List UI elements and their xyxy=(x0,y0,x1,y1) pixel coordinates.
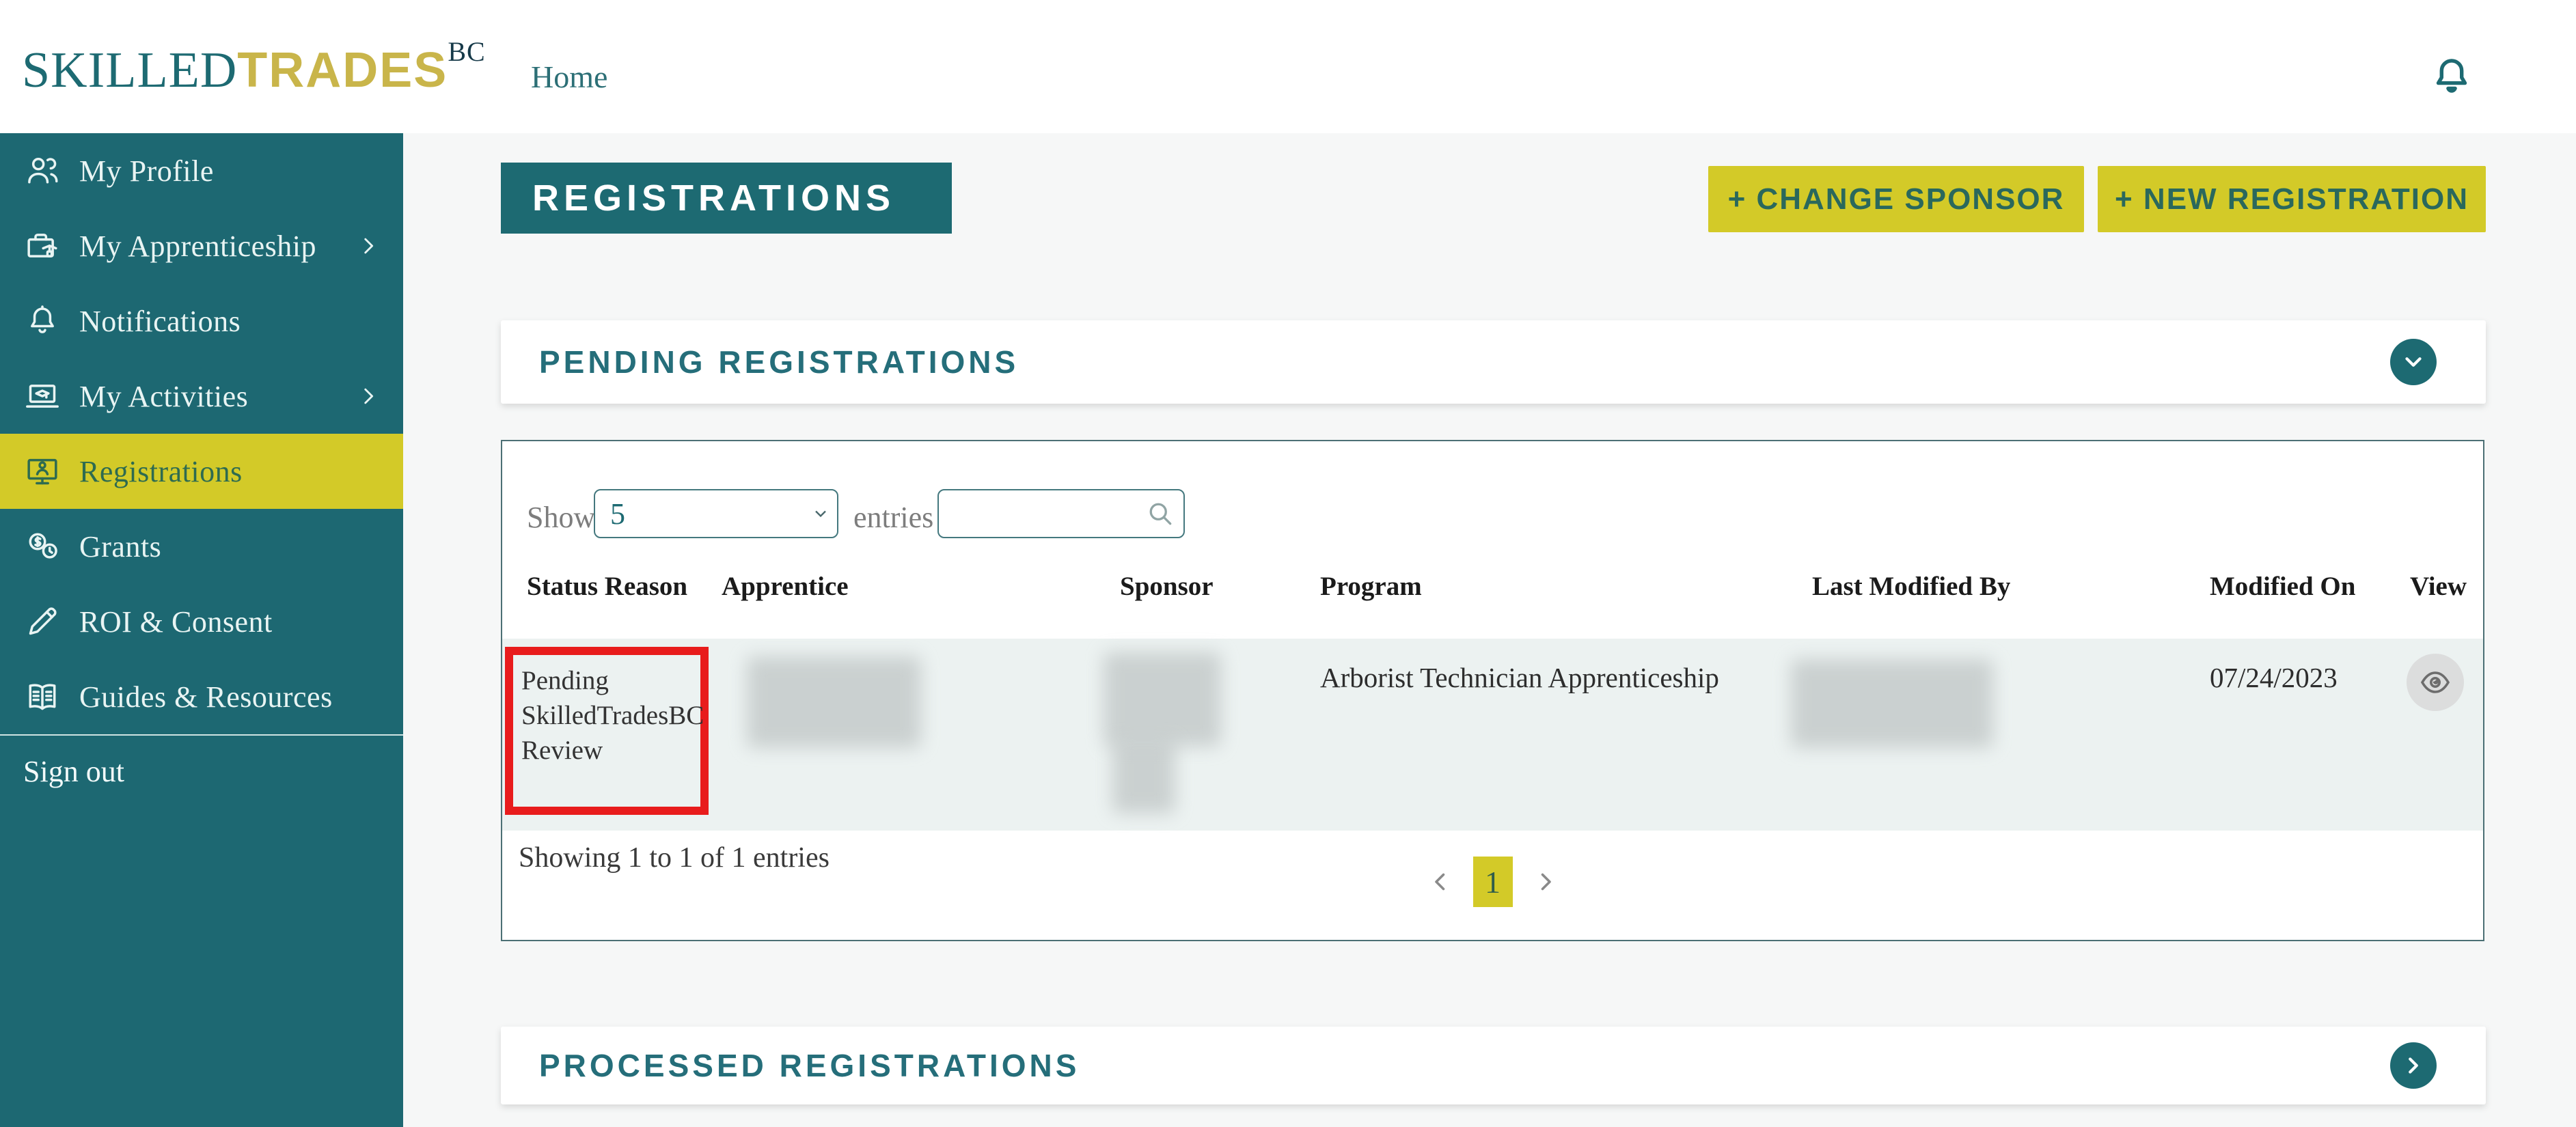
table-search xyxy=(937,489,1185,538)
sidebar-item-label: Grants xyxy=(79,529,161,564)
chevron-right-icon xyxy=(1533,869,1558,894)
new-registration-button[interactable]: + NEW REGISTRATION xyxy=(2098,166,2486,232)
page-title-box: REGISTRATIONS xyxy=(501,163,952,234)
logo-skilled: SKILLED xyxy=(22,42,237,98)
sidebar-item-notifications[interactable]: Notifications xyxy=(0,283,403,359)
sidebar-item-label: Registrations xyxy=(79,454,243,489)
next-page-button[interactable] xyxy=(1533,869,1558,894)
column-header-sponsor[interactable]: Sponsor xyxy=(1120,571,1214,602)
sidebar-item-label: ROI & Consent xyxy=(79,604,273,639)
sign-out-button[interactable]: Sign out xyxy=(0,736,403,807)
pending-registrations-table-card: Show 5 entries Status Reason Apprentice … xyxy=(501,440,2484,941)
column-header-status-reason[interactable]: Status Reason xyxy=(527,571,687,602)
sidebar-item-label: My Activities xyxy=(79,379,248,414)
sidebar-item-registrations[interactable]: Registrations xyxy=(0,434,403,509)
show-label: Show xyxy=(527,500,595,535)
laptop-cap-icon xyxy=(23,377,61,415)
sponsor-cell-redacted xyxy=(1112,741,1175,813)
sponsor-cell-redacted xyxy=(1104,652,1221,747)
column-header-apprentice[interactable]: Apprentice xyxy=(722,571,849,602)
column-header-program[interactable]: Program xyxy=(1320,571,1422,602)
apprentice-cell-redacted xyxy=(747,656,921,748)
table-row: Pending SkilledTradesBC Review Arborist … xyxy=(502,639,2483,831)
chevron-right-icon xyxy=(357,385,380,408)
sidebar-item-label: Notifications xyxy=(79,304,241,339)
chevron-down-icon xyxy=(2400,349,2426,375)
logo-bc: BC xyxy=(448,36,485,67)
eye-icon xyxy=(2419,666,2452,699)
change-sponsor-button[interactable]: + CHANGE SPONSOR xyxy=(1708,166,2084,232)
notifications-bell-icon[interactable] xyxy=(2427,52,2476,101)
sidebar-item-label: My Apprenticeship xyxy=(79,229,316,264)
chevron-right-icon xyxy=(2400,1053,2426,1079)
view-registration-button[interactable] xyxy=(2407,654,2464,711)
breadcrumb-home[interactable]: Home xyxy=(531,59,607,95)
sidebar-item-roi-consent[interactable]: ROI & Consent xyxy=(0,584,403,659)
sidebar-item-my-apprenticeship[interactable]: My Apprenticeship xyxy=(0,208,403,283)
sidebar-item-my-activities[interactable]: My Activities xyxy=(0,359,403,434)
person-icon xyxy=(23,152,61,190)
sidebar-item-grants[interactable]: Grants xyxy=(0,509,403,584)
bell-icon xyxy=(23,302,61,340)
pencil-icon xyxy=(23,602,61,641)
entries-label: entries xyxy=(853,500,933,535)
logo-trades: TRADES xyxy=(237,43,448,98)
processed-registrations-panel: PROCESSED REGISTRATIONS xyxy=(501,1027,2486,1104)
monitor-person-icon xyxy=(23,452,61,490)
skilledtradesbc-logo[interactable]: SKILLEDTRADESBC xyxy=(22,36,486,100)
chevron-left-icon xyxy=(1428,869,1453,894)
expand-processed-button[interactable] xyxy=(2390,1042,2437,1089)
previous-page-button[interactable] xyxy=(1428,869,1453,894)
pending-registrations-panel: PENDING REGISTRATIONS xyxy=(501,320,2486,404)
entries-per-page-select[interactable]: 5 xyxy=(594,489,838,538)
page-number-button[interactable]: 1 xyxy=(1473,857,1513,907)
page-title: REGISTRATIONS xyxy=(532,177,895,219)
briefcase-icon xyxy=(23,227,61,265)
status-reason-cell: Pending SkilledTradesBC Review xyxy=(521,663,694,768)
sidebar-item-label: My Profile xyxy=(79,154,214,189)
column-header-last-modified-by[interactable]: Last Modified By xyxy=(1812,571,2010,602)
collapse-pending-button[interactable] xyxy=(2390,339,2437,385)
modified-on-cell: 07/24/2023 xyxy=(2210,661,2338,694)
sidebar-item-my-profile[interactable]: My Profile xyxy=(0,133,403,208)
sidebar-nav: My Profile My Apprenticeship Notificatio… xyxy=(0,133,403,1127)
column-header-view[interactable]: View xyxy=(2410,571,2467,602)
top-bar: SKILLEDTRADESBC Home xyxy=(0,0,2576,133)
program-cell: Arborist Technician Apprenticeship xyxy=(1320,661,1719,694)
chevron-right-icon xyxy=(357,234,380,258)
processed-registrations-title: PROCESSED REGISTRATIONS xyxy=(539,1047,1080,1084)
coin-clock-icon xyxy=(23,527,61,566)
red-highlight-annotation: Pending SkilledTradesBC Review xyxy=(505,647,709,815)
pagination: 1 xyxy=(502,857,2483,907)
pending-registrations-title: PENDING REGISTRATIONS xyxy=(539,344,1019,380)
last-modified-by-cell-redacted xyxy=(1791,659,1993,748)
sidebar-item-guides-resources[interactable]: Guides & Resources xyxy=(0,659,403,734)
column-header-modified-on[interactable]: Modified On xyxy=(2210,571,2355,602)
sidebar-item-label: Guides & Resources xyxy=(79,680,333,714)
search-input[interactable] xyxy=(937,489,1185,538)
book-icon xyxy=(23,678,61,716)
